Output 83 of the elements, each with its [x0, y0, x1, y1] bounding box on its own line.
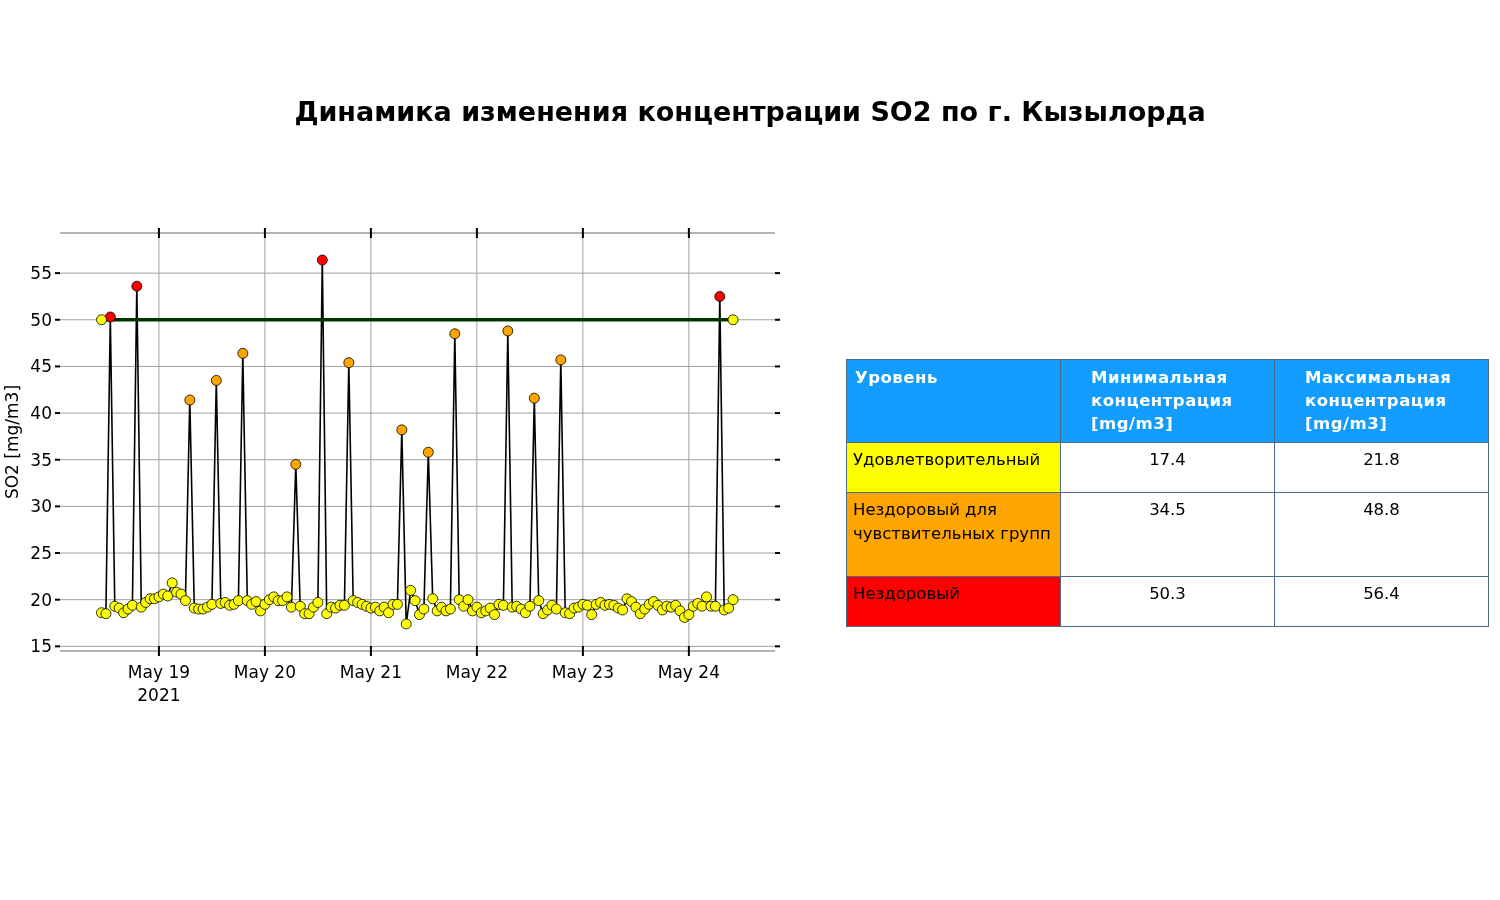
y-tick-label: 35 — [30, 449, 52, 470]
x-tick-label: May 20 — [233, 662, 296, 682]
column-header: Максимальная концентрация [mg/m3] — [1274, 359, 1489, 443]
data-point — [104, 311, 116, 323]
data-point — [727, 594, 739, 606]
y-tick-label: 20 — [30, 589, 52, 610]
data-point — [498, 599, 509, 611]
data-point — [533, 595, 545, 606]
data-point — [392, 598, 403, 610]
data-point — [321, 608, 333, 620]
data-point — [131, 280, 143, 292]
data-point — [250, 596, 262, 607]
data-point — [551, 603, 562, 615]
data-point — [445, 603, 456, 615]
x-tick-label: May 22 — [445, 662, 508, 682]
chart-title: Динамика изменения концентрации SO2 по г. Кызылорда — [293, 95, 1207, 129]
level-cell: Нездоровый — [846, 576, 1061, 627]
y-axis-label: SO2 [mg/m3] — [2, 384, 22, 500]
data-point — [409, 595, 421, 606]
data-point — [555, 354, 567, 366]
data-point — [100, 608, 112, 620]
threshold-marker — [727, 314, 739, 326]
level-cell: Нездоровый для чувствительных групп — [846, 492, 1061, 577]
data-point — [586, 609, 598, 620]
table-cell: 21.8 — [1274, 442, 1489, 493]
column-header: Минимальная концентрация [mg/m3] — [1060, 359, 1275, 443]
column-header: Уровень — [846, 359, 1061, 443]
threshold-marker — [96, 314, 107, 326]
y-tick-label: 45 — [30, 356, 52, 377]
data-point — [343, 357, 355, 369]
data-point — [502, 325, 514, 337]
y-tick-label: 50 — [30, 309, 52, 330]
data-point — [396, 424, 408, 436]
data-point — [206, 598, 218, 610]
data-point — [683, 609, 695, 620]
data-point — [180, 595, 191, 606]
data-point — [237, 347, 249, 359]
data-point — [166, 577, 178, 589]
y-tick-label: 15 — [30, 636, 52, 657]
y-tick-label: 55 — [30, 263, 52, 284]
data-point — [383, 607, 394, 619]
data-point — [210, 375, 222, 386]
y-tick-label: 25 — [30, 543, 52, 564]
table-cell: 34.5 — [1060, 492, 1275, 577]
data-point — [418, 603, 430, 615]
data-point — [581, 599, 593, 611]
level-cell: Удовлетворительный — [846, 442, 1061, 493]
data-point — [524, 600, 536, 612]
data-point — [714, 291, 726, 302]
y-tick-label: 30 — [30, 496, 52, 517]
data-point — [723, 602, 735, 614]
x-tick-label: May 19 2021 — [127, 662, 190, 705]
table-cell: 17.4 — [1060, 442, 1275, 493]
data-point — [127, 599, 138, 611]
data-point — [489, 609, 500, 620]
data-point — [286, 601, 297, 613]
data-point — [422, 446, 434, 458]
data-point — [701, 591, 712, 603]
data-point — [696, 600, 708, 612]
data-point — [312, 597, 324, 608]
table-cell: 56.4 — [1274, 576, 1489, 627]
data-point — [281, 591, 293, 603]
y-tick-label: 40 — [30, 403, 52, 424]
data-point — [462, 594, 474, 606]
data-point — [233, 595, 244, 606]
data-point — [290, 459, 302, 470]
x-tick-label: May 23 — [551, 662, 614, 682]
table-cell: 48.8 — [1274, 492, 1489, 577]
data-point — [316, 254, 328, 266]
data-point — [617, 604, 629, 616]
data-point — [339, 599, 350, 611]
data-point — [427, 593, 439, 605]
x-tick-label: May 21 — [339, 662, 402, 682]
data-point — [710, 600, 721, 612]
data-point — [184, 394, 196, 406]
data-point — [162, 590, 174, 602]
x-tick-label: May 24 — [657, 662, 720, 682]
data-point — [400, 618, 412, 630]
data-point — [449, 328, 461, 340]
table-cell: 50.3 — [1060, 576, 1275, 627]
data-point — [294, 600, 306, 612]
data-point — [405, 584, 417, 596]
data-point — [528, 392, 540, 404]
